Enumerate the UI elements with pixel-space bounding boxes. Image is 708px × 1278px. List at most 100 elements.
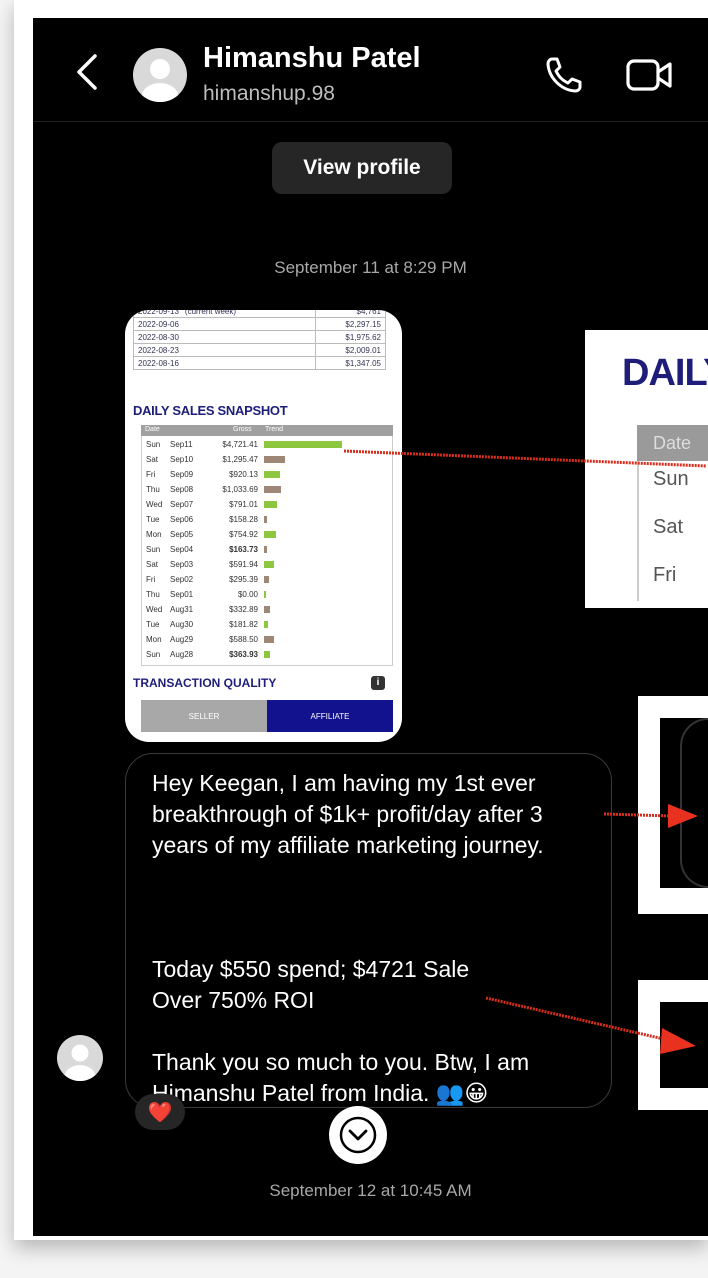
message-paragraph-2-line-1: Today $550 spend; $4721 Sale <box>152 956 470 982</box>
snapshot-row: Wed Sep07 $791.01 <box>142 498 392 512</box>
snapshot-day: Tue <box>146 515 160 524</box>
zoom-bubble-edge <box>680 718 708 888</box>
zoom-header-label: Date <box>653 433 692 453</box>
weekly-date: 2022-09-13 (current week) <box>133 310 316 318</box>
phone-call-icon[interactable] <box>543 54 585 96</box>
snapshot-header-row: Date Gross Trend <box>141 425 393 436</box>
snapshot-date: Sep07 <box>170 500 194 509</box>
snapshot-gross: $588.50 <box>229 635 258 644</box>
weekly-sales-table: 2022-09-13 (current week) $4,761 2022-09-06… <box>133 310 386 370</box>
shared-screenshot[interactable]: 2022-09-13 (current week) $4,761 2022-09-06… <box>125 310 402 742</box>
snapshot-day: Sat <box>146 455 159 464</box>
back-arrow-icon[interactable] <box>69 52 109 92</box>
default-avatar-icon <box>141 59 179 102</box>
trend-bar <box>264 576 270 583</box>
weekly-date: 2022-08-30 <box>133 330 316 344</box>
snapshot-day: Mon <box>146 635 162 644</box>
avatar[interactable] <box>133 48 187 102</box>
contact-name[interactable]: Himanshu Patel <box>203 42 421 75</box>
snapshot-day: Thu <box>146 485 160 494</box>
snapshot-row: Sun Aug28 $363.93 <box>142 648 392 662</box>
column-gross: Gross <box>233 426 252 433</box>
snapshot-date: Sep08 <box>170 485 194 494</box>
snapshot-date: Aug31 <box>170 605 194 614</box>
trend-bar <box>264 456 286 463</box>
weekly-date: 2022-09-06 <box>133 317 316 331</box>
snapshot-gross: $0.00 <box>237 590 258 599</box>
snapshot-gross: $295.39 <box>229 575 258 584</box>
snapshot-gross: $591.94 <box>229 560 258 569</box>
snapshot-row: Sat Sep10 $1,295.47 <box>142 453 392 467</box>
timestamp: September 12 at 10:45 AM <box>269 1181 472 1200</box>
dm-screen: Himanshu Patel himanshup.98 View profile… <box>33 18 708 1236</box>
contact-handle: himanshup.98 <box>203 82 335 105</box>
weekly-date: 2022-08-16 <box>133 356 316 370</box>
snapshot-row: Thu Sep01 $0.00 <box>142 588 392 602</box>
trend-bar <box>264 621 268 628</box>
snapshot-title: DAILY SALES SNAPSHOT <box>133 403 288 418</box>
weekly-row: 2022-09-06 $2,297.15 <box>133 317 386 331</box>
weekly-row: 2022-08-16 $1,347.05 <box>133 356 386 370</box>
message-bubble[interactable]: Hey Keegan, I am having my 1st ever brea… <box>125 753 612 1108</box>
snapshot-day: Fri <box>146 575 156 584</box>
view-profile-button[interactable]: View profile <box>272 142 452 194</box>
snapshot-row: Fri Sep02 $295.39 <box>142 573 392 587</box>
snapshot-row: Mon Aug29 $588.50 <box>142 633 392 647</box>
snapshot-date: Sep05 <box>170 530 194 539</box>
snapshot-row: Mon Sep05 $754.92 <box>142 528 392 542</box>
snapshot-row: Fri Sep09 $920.13 <box>142 468 392 482</box>
snapshot-gross: $181.82 <box>229 620 258 629</box>
snapshot-row: Wed Aug31 $332.89 <box>142 603 392 617</box>
zoom-divider <box>637 461 639 601</box>
info-icon: i <box>371 676 385 690</box>
sender-avatar[interactable] <box>57 1035 103 1081</box>
snapshot-row: Sat Sep03 $591.94 <box>142 558 392 572</box>
snapshot-gross: $158.28 <box>229 515 258 524</box>
snapshot-day: Wed <box>146 605 163 614</box>
heart-icon: ❤️ <box>147 1101 173 1124</box>
snapshot-gross: $920.13 <box>229 470 258 479</box>
zoom-row: Sun <box>653 468 689 490</box>
message-paragraph-1: Hey Keegan, I am having my 1st ever brea… <box>152 770 544 858</box>
snapshot-day: Mon <box>146 530 162 539</box>
snapshot-row: Tue Sep06 $158.28 <box>142 513 392 527</box>
zoom-header: Date <box>637 425 708 461</box>
weekly-value: $4,761 <box>315 310 386 318</box>
tab-affiliate: AFFILIATE <box>267 700 393 732</box>
trend-bar <box>264 561 275 568</box>
snapshot-day: Sun <box>146 650 161 659</box>
snapshot-gross: $791.01 <box>229 500 258 509</box>
scroll-down-button[interactable] <box>329 1106 387 1164</box>
video-call-icon[interactable] <box>625 56 673 94</box>
heart-reaction[interactable]: ❤️ <box>135 1094 185 1130</box>
snapshot-day: Fri <box>146 470 156 479</box>
zoom-title: DAILY <box>622 352 708 394</box>
message-paragraph-3: Thank you so much to you. Btw, I am Hima… <box>152 1049 530 1106</box>
snapshot-date: Sep06 <box>170 515 194 524</box>
weekly-note: (current week) <box>184 310 237 316</box>
trend-bar <box>264 516 268 523</box>
zoom-row: Sat <box>653 516 684 538</box>
weekly-value: $2,009.01 <box>315 343 386 357</box>
snapshot-day: Sun <box>146 545 161 554</box>
snapshot-gross: $363.93 <box>229 650 258 659</box>
snapshot-date: Aug29 <box>170 635 194 644</box>
snapshot-date: Aug30 <box>170 620 194 629</box>
weekly-value: $1,975.62 <box>315 330 386 344</box>
trend-bar <box>264 441 342 448</box>
trend-bar <box>264 531 277 538</box>
snapshot-date: Sep02 <box>170 575 194 584</box>
snapshot-date: Sep01 <box>170 590 194 599</box>
snapshot-table: Sun Sep11 $4,721.41 Sat Sep10 $1,295.47 Fri Sep… <box>141 436 393 666</box>
trend-bar <box>264 636 275 643</box>
trend-bar <box>264 591 266 598</box>
snapshot-day: Tue <box>146 620 160 629</box>
column-date: Date <box>145 426 160 433</box>
snapshot-gross: $332.89 <box>229 605 258 614</box>
zoom-inner <box>660 1002 708 1088</box>
trend-bar <box>264 651 271 658</box>
weekly-row: 2022-08-30 $1,975.62 <box>133 330 386 344</box>
trend-bar <box>264 486 282 493</box>
weekly-row: 2022-09-13 (current week) $4,761 <box>133 310 386 318</box>
snapshot-day: Thu <box>146 590 160 599</box>
